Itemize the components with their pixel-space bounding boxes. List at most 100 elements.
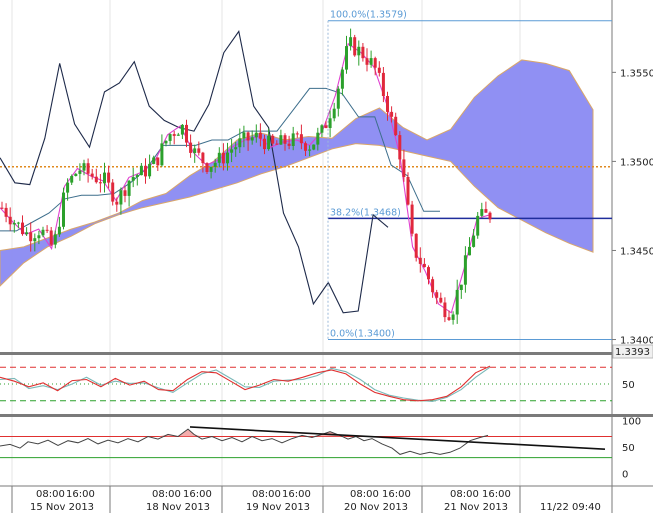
candle-body <box>422 263 426 268</box>
date-axis-label: 19 Nov 2013 <box>246 502 310 513</box>
candle-body <box>33 238 37 242</box>
candle-body <box>267 135 271 150</box>
last-price-label: 1.3393 <box>615 347 650 358</box>
candle-body <box>45 229 49 231</box>
candle-body <box>168 134 172 141</box>
candle-body <box>447 317 451 320</box>
candle-body <box>394 116 398 136</box>
candle-body <box>41 229 45 236</box>
candle-body <box>29 232 33 242</box>
candle-body <box>340 69 344 89</box>
chart-canvas: 100.0%(1.3579)38.2%(1.3468)0.0%(1.3400) … <box>0 0 653 513</box>
fib-level-label: 100.0%(1.3579) <box>330 10 407 21</box>
time-axis-label: 16:00 <box>66 489 95 500</box>
candle-body <box>295 133 299 135</box>
candle-body <box>21 222 24 235</box>
candle-body <box>221 152 225 164</box>
candle-body <box>86 163 90 174</box>
candle-body <box>234 147 238 150</box>
time-axis-label: 08:00 <box>450 489 479 500</box>
candle-body <box>152 157 156 164</box>
fib-level-label: 38.2%(1.3468) <box>330 207 401 218</box>
candle-body <box>189 142 193 153</box>
candle-body <box>275 143 279 145</box>
candle-body <box>49 230 53 245</box>
candle-body <box>144 165 147 177</box>
candle-body <box>139 165 143 176</box>
candle-body <box>361 46 365 59</box>
candle-body <box>193 148 197 153</box>
candle-body <box>414 233 418 258</box>
candle-body <box>103 172 106 184</box>
candle-body <box>0 207 4 209</box>
date-axis-label: 18 Nov 2013 <box>146 502 210 513</box>
candle-body <box>160 143 164 166</box>
candle-body <box>381 72 385 96</box>
candle-body <box>82 163 86 171</box>
osc-tick-label: 0 <box>622 469 628 480</box>
candle-body <box>345 46 348 70</box>
candle-body <box>115 201 119 205</box>
candle-body <box>197 148 201 153</box>
candle-body <box>66 182 70 193</box>
date-axis-label: 15 Nov 2013 <box>30 502 94 513</box>
candle-body <box>238 138 242 148</box>
candle-body <box>472 235 476 247</box>
candle-body <box>291 133 295 146</box>
candle-body <box>107 172 111 183</box>
candle-body <box>431 279 435 293</box>
candle-body <box>4 207 8 217</box>
price-tick-label: 1.3550 <box>620 68 653 79</box>
candle-body <box>373 58 377 68</box>
candle-body <box>299 134 303 144</box>
candle-body <box>70 176 74 183</box>
candle-body <box>271 135 275 144</box>
candle-body <box>308 149 312 151</box>
candle-body <box>74 173 78 176</box>
candle-body <box>435 292 439 298</box>
candle-body <box>320 125 324 133</box>
candle-body <box>180 124 184 135</box>
candle-body <box>172 134 176 136</box>
candle-body <box>98 182 102 184</box>
candle-body <box>459 284 463 290</box>
candle-body <box>304 143 307 151</box>
candle-body <box>242 132 246 139</box>
candle-body <box>287 143 291 146</box>
candle-body <box>468 246 471 256</box>
candle-body <box>357 46 361 56</box>
candle-body <box>324 125 328 128</box>
candle-body <box>349 37 353 47</box>
candle-body <box>443 302 447 318</box>
candle-body <box>246 132 250 141</box>
candle-body <box>476 215 480 236</box>
candle-body <box>279 135 283 145</box>
price-tick-label: 1.3450 <box>620 246 653 257</box>
candle-body <box>480 209 484 216</box>
candle-body <box>406 177 410 205</box>
candle-body <box>62 192 65 227</box>
candle-body <box>390 111 394 117</box>
stoch-tick-label: 50 <box>622 380 635 391</box>
candle-body <box>205 163 209 172</box>
candle-body <box>484 209 488 213</box>
time-axis-label: 08:00 <box>36 489 65 500</box>
candle-body <box>369 58 373 65</box>
candle-body <box>16 222 20 224</box>
candle-body <box>176 134 180 136</box>
candle-body <box>402 159 406 177</box>
candle-body <box>94 176 98 183</box>
time-axis-label: 16:00 <box>482 489 511 500</box>
candle-body <box>131 177 135 181</box>
time-axis-label: 16:00 <box>282 489 311 500</box>
panel-separator <box>0 414 653 417</box>
candle-body <box>226 152 229 164</box>
time-axis-label: 08:00 <box>152 489 181 500</box>
time-axis-label: 08:00 <box>350 489 379 500</box>
time-axis-label: 08:00 <box>252 489 281 500</box>
candle-body <box>353 37 357 56</box>
date-axis-label: 20 Nov 2013 <box>344 502 408 513</box>
candle-body <box>427 267 430 280</box>
candle-body <box>365 58 369 65</box>
candle-body <box>463 255 467 285</box>
